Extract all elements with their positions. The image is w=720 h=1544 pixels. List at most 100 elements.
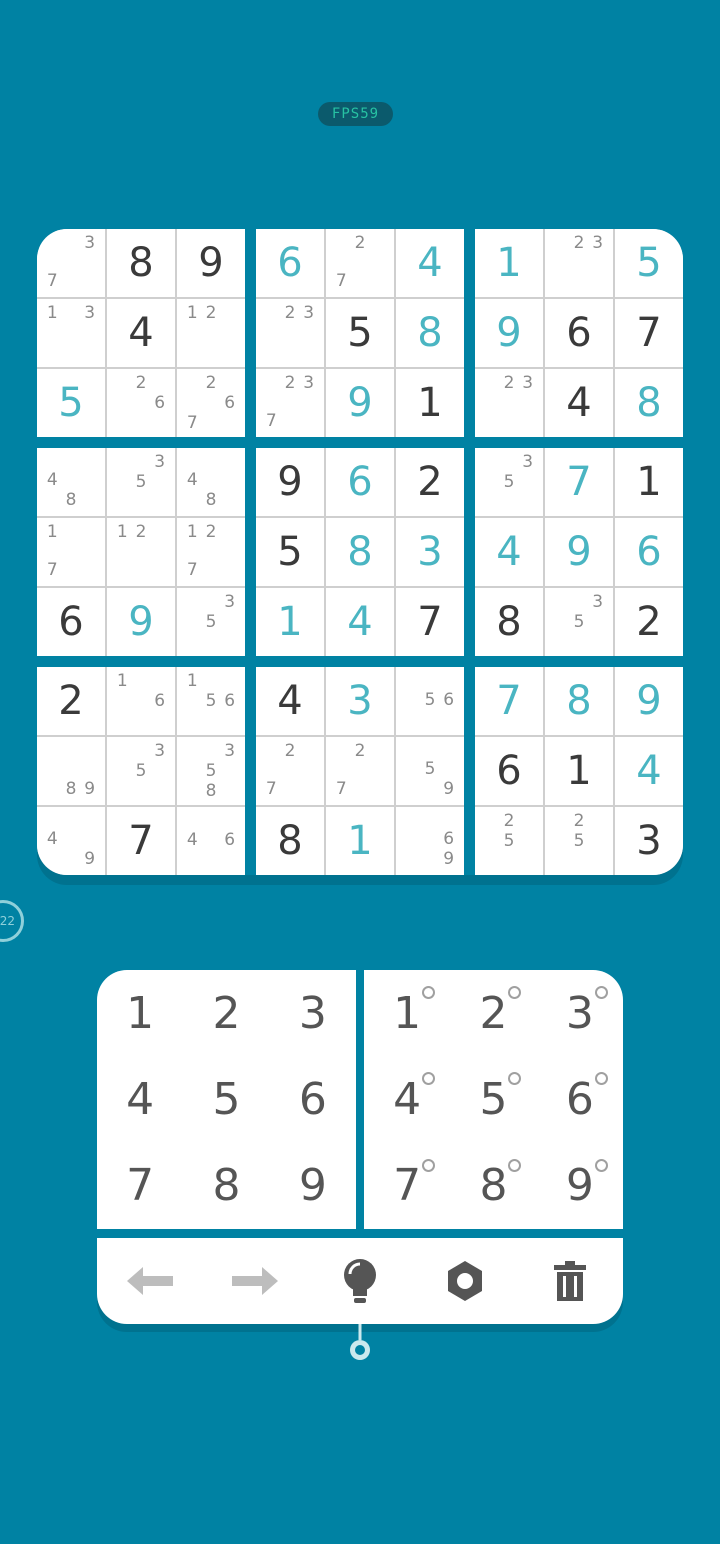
board-cell[interactable]: 156 [177, 667, 245, 735]
board-cell[interactable]: 2 [615, 588, 683, 656]
number-key[interactable]: 1 [97, 970, 183, 1056]
board-cell[interactable]: 25 [475, 807, 543, 875]
note-key[interactable]: 7 [364, 1143, 450, 1229]
board-cell[interactable]: 12 [177, 299, 245, 367]
board-cell[interactable]: 16 [107, 667, 175, 735]
note-key[interactable]: 6 [537, 1056, 623, 1142]
redo-button[interactable] [225, 1251, 285, 1311]
board-cell[interactable]: 5 [615, 229, 683, 297]
board-cell[interactable]: 8 [256, 807, 324, 875]
number-key[interactable]: 7 [97, 1143, 183, 1229]
board-cell[interactable]: 4 [326, 588, 394, 656]
board-cell[interactable]: 1 [326, 807, 394, 875]
board-cell[interactable]: 48 [177, 448, 245, 516]
number-key[interactable]: 2 [183, 970, 269, 1056]
board-cell[interactable]: 12 [107, 518, 175, 586]
board-cell[interactable]: 2 [396, 448, 464, 516]
number-key[interactable]: 5 [183, 1056, 269, 1142]
board-cell[interactable]: 56 [396, 667, 464, 735]
board-cell[interactable]: 4 [545, 369, 613, 437]
board-cell[interactable]: 358 [177, 737, 245, 805]
board-cell[interactable]: 46 [177, 807, 245, 875]
board-cell[interactable]: 1 [475, 229, 543, 297]
number-key[interactable]: 6 [270, 1056, 356, 1142]
board-cell[interactable]: 9 [545, 518, 613, 586]
board-cell[interactable]: 4 [396, 229, 464, 297]
board-cell[interactable]: 1 [545, 737, 613, 805]
board-cell[interactable]: 7 [396, 588, 464, 656]
board-cell[interactable]: 23 [256, 299, 324, 367]
number-key[interactable]: 9 [270, 1143, 356, 1229]
board-cell[interactable]: 4 [107, 299, 175, 367]
board-cell[interactable]: 8 [615, 369, 683, 437]
board-cell[interactable]: 3 [396, 518, 464, 586]
board-cell[interactable]: 9 [177, 229, 245, 297]
note-key[interactable]: 5 [450, 1056, 536, 1142]
note-key[interactable]: 1 [364, 970, 450, 1056]
board-cell[interactable]: 2 [37, 667, 105, 735]
board-cell[interactable]: 5 [256, 518, 324, 586]
board-cell[interactable]: 23 [475, 369, 543, 437]
board-cell[interactable]: 8 [545, 667, 613, 735]
board-cell[interactable]: 6 [37, 588, 105, 656]
board-cell[interactable]: 23 [545, 229, 613, 297]
timer-badge[interactable]: 22 [0, 900, 24, 942]
board-cell[interactable]: 25 [545, 807, 613, 875]
board-cell[interactable]: 27 [256, 737, 324, 805]
board-cell[interactable]: 7 [545, 448, 613, 516]
board-cell[interactable]: 6 [326, 448, 394, 516]
board-cell[interactable]: 7 [615, 299, 683, 367]
delete-button[interactable] [540, 1251, 600, 1311]
board-cell[interactable]: 35 [177, 588, 245, 656]
note-key[interactable]: 8 [450, 1143, 536, 1229]
number-key[interactable]: 3 [270, 970, 356, 1056]
board-cell[interactable]: 26 [107, 369, 175, 437]
board-cell[interactable]: 4 [475, 518, 543, 586]
board-cell[interactable]: 6 [615, 518, 683, 586]
board-cell[interactable]: 35 [107, 737, 175, 805]
board-cell[interactable]: 23 7 [256, 369, 324, 437]
board-cell[interactable]: 7 [475, 667, 543, 735]
board-cell[interactable]: 8 [396, 299, 464, 367]
board-cell[interactable]: 5 [37, 369, 105, 437]
board-cell[interactable]: 49 [37, 807, 105, 875]
board-cell[interactable]: 9 [107, 588, 175, 656]
number-key[interactable]: 4 [97, 1056, 183, 1142]
note-key[interactable]: 4 [364, 1056, 450, 1142]
board-cell[interactable]: 1 [396, 369, 464, 437]
settings-button[interactable] [435, 1251, 495, 1311]
note-key[interactable]: 9 [537, 1143, 623, 1229]
board-cell[interactable]: 69 [396, 807, 464, 875]
note-key[interactable]: 3 [537, 970, 623, 1056]
board-cell[interactable]: 3 [615, 807, 683, 875]
board-cell[interactable]: 35 [107, 448, 175, 516]
board-cell[interactable]: 6 [475, 737, 543, 805]
board-cell[interactable]: 8 [475, 588, 543, 656]
board-cell[interactable]: 127 [177, 518, 245, 586]
board-cell[interactable]: 3 [326, 667, 394, 735]
board-cell[interactable]: 89 [37, 737, 105, 805]
board-cell[interactable]: 17 [37, 518, 105, 586]
board-cell[interactable]: 37 [37, 229, 105, 297]
number-key[interactable]: 8 [183, 1143, 269, 1229]
board-cell[interactable]: 35 [475, 448, 543, 516]
board-cell[interactable]: 1 [615, 448, 683, 516]
board-cell[interactable]: 35 [545, 588, 613, 656]
board-cell[interactable]: 48 [37, 448, 105, 516]
board-cell[interactable]: 4 [256, 667, 324, 735]
board-cell[interactable]: 8 [326, 518, 394, 586]
board-cell[interactable]: 6 [256, 229, 324, 297]
board-cell[interactable]: 59 [396, 737, 464, 805]
board-cell[interactable]: 27 [326, 737, 394, 805]
board-cell[interactable]: 9 [256, 448, 324, 516]
undo-button[interactable] [120, 1251, 180, 1311]
hint-button[interactable] [330, 1251, 390, 1311]
board-cell[interactable]: 4 [615, 737, 683, 805]
pad-drag-handle[interactable] [348, 1324, 372, 1364]
board-cell[interactable]: 5 [326, 299, 394, 367]
board-cell[interactable]: 9 [475, 299, 543, 367]
board-cell[interactable]: 1 [256, 588, 324, 656]
board-cell[interactable]: 8 [107, 229, 175, 297]
board-cell[interactable]: 9 [326, 369, 394, 437]
board-cell[interactable]: 7 [107, 807, 175, 875]
